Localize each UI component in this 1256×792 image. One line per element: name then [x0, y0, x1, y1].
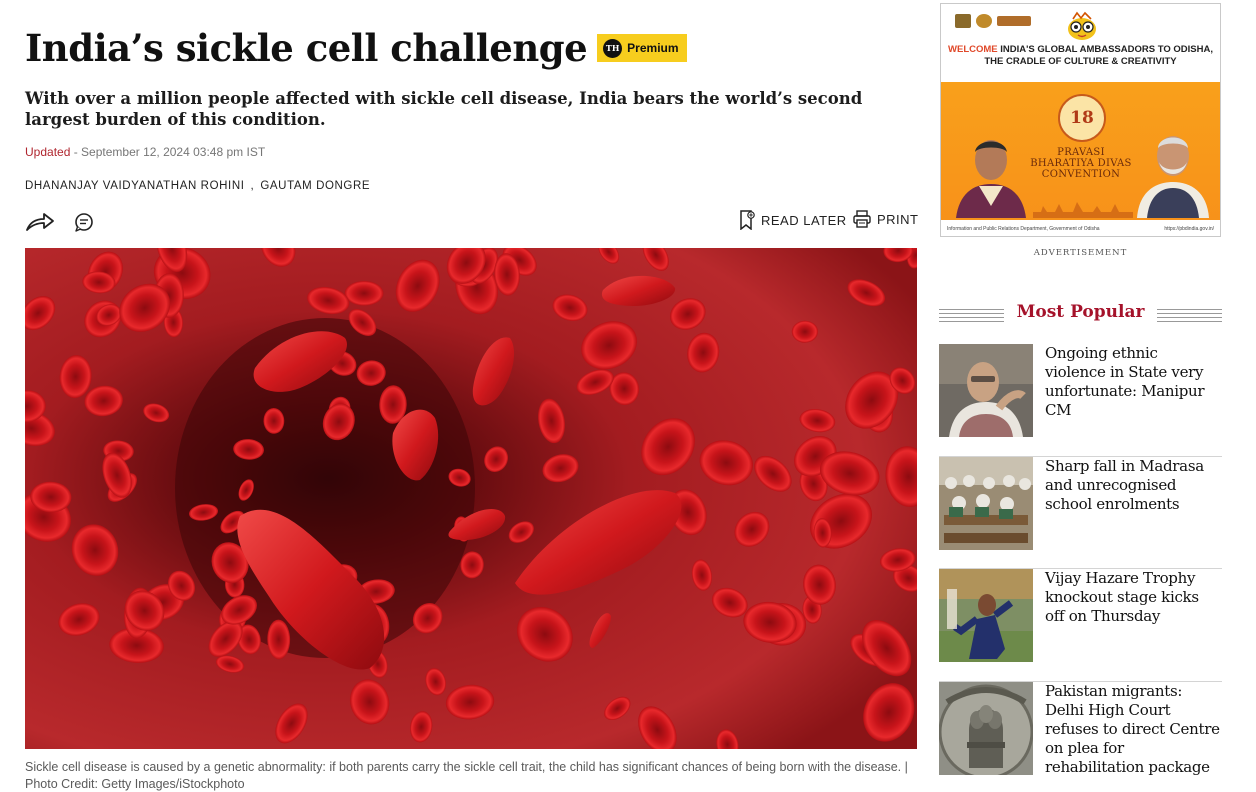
print-button[interactable]: PRINT: [853, 210, 919, 228]
most-popular-title[interactable]: Ongoing ethnic violence in State very un…: [1045, 344, 1222, 420]
ad-event-title: PRAVASI BHARATIYA DIVAS CONVENTION: [1011, 147, 1151, 180]
advertisement-banner[interactable]: WELCOME INDIA'S GLOBAL AMBASSADORS TO OD…: [940, 3, 1221, 237]
blood-cells-illustration: [25, 248, 917, 749]
ad-footer-right: https://pbdindia.gov.in/: [1164, 226, 1214, 232]
thumbnail-madrasa[interactable]: [939, 456, 1033, 550]
red-blood-cell: [344, 281, 384, 306]
thumbnail-image: [939, 569, 1033, 662]
person-portrait-right: [1137, 136, 1209, 218]
premium-badge[interactable]: TH Premium: [597, 34, 687, 62]
thumbnail-image: [939, 456, 1033, 550]
thumbnail-manipur-cm[interactable]: [939, 344, 1033, 437]
most-popular-item[interactable]: Ongoing ethnic violence in State very un…: [939, 344, 1222, 457]
thumbnail-image: [939, 681, 1033, 775]
most-popular-title[interactable]: Pakistan migrants: Delhi High Court refu…: [1045, 682, 1222, 777]
most-popular-item[interactable]: Sharp fall in Madrasa and unrecognised s…: [939, 456, 1222, 569]
article-subtitle: With over a million people affected with…: [25, 89, 863, 129]
bookmark-icon: [740, 210, 755, 230]
temple-silhouette-icon: [1033, 202, 1133, 218]
ad-event-line: CONVENTION: [1041, 169, 1121, 180]
emblem-icon: [997, 16, 1031, 26]
thumbnail-court-emblem[interactable]: [939, 681, 1033, 775]
updated-timestamp: Updated - September 12, 2024 03:48 pm IS…: [25, 145, 265, 159]
most-popular-list: Ongoing ethnic violence in State very un…: [939, 344, 1222, 792]
hero-caption: Sickle cell disease is caused by a genet…: [25, 760, 908, 791]
ad-headline-text: INDIA'S GLOBAL AMBASSADORS TO ODISHA,: [1000, 44, 1213, 55]
thumbnail-cricket[interactable]: [939, 569, 1033, 662]
ad-emblems: [955, 14, 1031, 28]
emblem-icon: [955, 14, 971, 28]
author-list: DHANANJAY VAIDYANATHAN ROHINI , GAUTAM D…: [25, 180, 370, 192]
hero-image-red-blood-cells[interactable]: [25, 248, 917, 749]
ad-headline-line2: THE CRADLE OF CULTURE & CREATIVITY: [984, 56, 1177, 67]
ad-event-logo: 18: [1058, 94, 1106, 142]
updated-date: - September 12, 2024 03:48 pm IST: [70, 145, 266, 159]
printer-icon: [853, 210, 871, 228]
ad-headline: WELCOME INDIA'S GLOBAL AMBASSADORS TO OD…: [941, 44, 1220, 68]
decorative-lines: [1157, 309, 1222, 322]
most-popular-title[interactable]: Sharp fall in Madrasa and unrecognised s…: [1045, 457, 1222, 514]
ad-footer-left: Information and Public Relations Departm…: [947, 226, 1100, 232]
most-popular-item[interactable]: Vijay Hazare Trophy knockout stage kicks…: [939, 569, 1222, 682]
author-link[interactable]: GAUTAM DONGRE: [260, 180, 370, 192]
ad-welcome: WELCOME: [948, 44, 998, 55]
advertisement-label: ADVERTISEMENT: [1033, 248, 1128, 258]
share-icon[interactable]: [25, 209, 55, 233]
ad-event-line: PRAVASI: [1057, 147, 1105, 158]
updated-label: Updated: [25, 145, 71, 159]
author-link[interactable]: DHANANJAY VAIDYANATHAN ROHINI: [25, 180, 245, 192]
ad-orange-panel: 18 PRAVASI BHARATIYA DIVAS CONVENTION In…: [941, 82, 1220, 236]
title-row: India’s sickle cell challenge TH Premium: [25, 26, 687, 70]
emblem-icon: [976, 14, 992, 28]
premium-label: Premium: [627, 41, 679, 55]
ad-footer: Information and Public Relations Departm…: [941, 220, 1220, 236]
comment-icon[interactable]: [74, 212, 94, 232]
mascot-icon: [1068, 11, 1096, 40]
read-later-label: READ LATER: [761, 212, 847, 228]
ad-event-line: BHARATIYA DIVAS: [1030, 158, 1132, 169]
most-popular-title[interactable]: Vijay Hazare Trophy knockout stage kicks…: [1045, 569, 1222, 626]
ad-top-panel: WELCOME INDIA'S GLOBAL AMBASSADORS TO OD…: [941, 4, 1220, 82]
article-actions: READ LATER PRINT: [25, 207, 919, 237]
article-title: India’s sickle cell challenge: [25, 26, 588, 70]
th-logo-icon: TH: [603, 38, 623, 58]
read-later-button[interactable]: READ LATER: [739, 210, 847, 230]
most-popular-item[interactable]: Pakistan migrants: Delhi High Court refu…: [939, 681, 1222, 792]
thumbnail-image: [939, 344, 1033, 437]
print-label: PRINT: [877, 211, 919, 227]
most-popular-header: Most Popular: [939, 302, 1222, 326]
author-separator: ,: [250, 180, 255, 192]
